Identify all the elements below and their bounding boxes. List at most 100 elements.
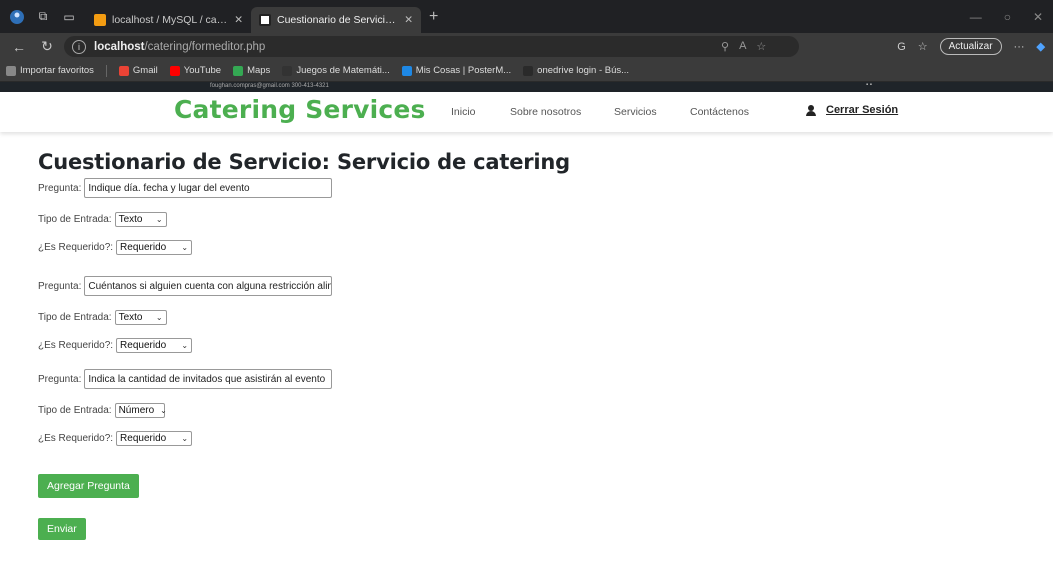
site-info-icon[interactable]: i xyxy=(72,39,86,54)
question-input[interactable]: Cuéntanos si alguien cuenta con alguna r… xyxy=(84,276,333,296)
user-icon xyxy=(806,104,816,116)
logout-label: Cerrar Sesión xyxy=(826,104,899,116)
nav-servicios[interactable]: Servicios xyxy=(614,106,657,118)
nav-sobre-nosotros[interactable]: Sobre nosotros xyxy=(510,106,581,118)
required-value: Requerido xyxy=(120,340,167,351)
input-type-row: Tipo de Entrada: Texto ⌄ xyxy=(38,310,167,325)
question-row: Pregunta: Indica la cantidad de invitados… xyxy=(38,369,333,389)
bookmark-label: YouTube xyxy=(183,65,222,76)
browser-titlebar: ⧉ ▭ localhost / MySQL / cateringdb / ✕ C… xyxy=(0,0,1053,33)
site-topbar: foughan.compras@gmail.com 300-413-4321 ▪… xyxy=(0,82,1053,92)
input-type-row: Tipo de Entrada: Texto ⌄ xyxy=(38,212,167,227)
bookmark-icon xyxy=(169,65,180,76)
tab-cuestionario[interactable]: Cuestionario de Servicio: Servicio ✕ xyxy=(251,7,421,33)
chevron-down-icon: ⌄ xyxy=(160,406,167,415)
contact-info: foughan.compras@gmail.com 300-413-4321 xyxy=(210,83,329,89)
tab-title: Cuestionario de Servicio: Servicio xyxy=(277,14,398,26)
bookmark-label: Gmail xyxy=(132,65,158,76)
required-value: Requerido xyxy=(120,433,167,444)
required-row: ¿Es Requerido?: Requerido ⌄ xyxy=(38,240,193,255)
minimize-icon[interactable]: — xyxy=(970,10,982,24)
required-row: ¿Es Requerido?: Requerido ⌄ xyxy=(38,431,193,446)
required-label: ¿Es Requerido?: xyxy=(38,340,114,351)
input-type-select[interactable]: Texto ⌄ xyxy=(114,212,167,227)
address-toolbar: ← ↻ i localhost/catering/formeditor.php … xyxy=(0,33,1053,60)
url-host: localhost xyxy=(94,40,145,53)
bookmark-item[interactable]: onedrive login - Bús... xyxy=(523,65,629,76)
bookmark-label: Mis Cosas | PosterM... xyxy=(415,65,512,76)
required-select[interactable]: Requerido ⌄ xyxy=(116,240,193,255)
submit-button[interactable]: Enviar xyxy=(38,518,86,540)
page-favicon-icon xyxy=(259,14,271,26)
logout-link[interactable]: Cerrar Sesión xyxy=(806,104,898,116)
bookmark-item[interactable]: YouTube xyxy=(169,65,222,76)
tab-phpmyadmin[interactable]: localhost / MySQL / cateringdb / ✕ xyxy=(86,7,251,33)
bookmark-icon xyxy=(282,65,293,76)
add-question-button[interactable]: Agregar Pregunta xyxy=(38,474,139,498)
input-type-select[interactable]: Texto ⌄ xyxy=(114,310,167,325)
question-label: Pregunta: xyxy=(38,182,82,194)
required-label: ¿Es Requerido?: xyxy=(38,433,114,444)
bookmark-icon xyxy=(233,65,244,76)
question-input[interactable]: Indica la cantidad de invitados que asis… xyxy=(84,369,333,389)
close-icon[interactable]: ✕ xyxy=(234,14,243,26)
copilot-icon[interactable]: ◆ xyxy=(1037,40,1045,53)
bookmark-item[interactable]: Gmail xyxy=(118,65,158,76)
reload-icon[interactable]: ↻ xyxy=(36,38,58,55)
extension-icon[interactable]: G xyxy=(897,41,906,53)
new-tab-icon[interactable]: + xyxy=(429,8,438,26)
question-label: Pregunta: xyxy=(38,280,82,292)
input-type-label: Tipo de Entrada: xyxy=(38,405,112,416)
input-type-value: Texto xyxy=(118,214,143,225)
page-title: Cuestionario de Servicio: Servicio de ca… xyxy=(38,150,570,174)
bookmark-label: onedrive login - Bús... xyxy=(537,65,630,76)
bookmark-item[interactable]: Maps xyxy=(233,65,270,76)
bookmark-icon xyxy=(401,65,412,76)
required-select[interactable]: Requerido ⌄ xyxy=(116,338,193,353)
profile-icon[interactable] xyxy=(8,8,26,26)
favorite-star-icon[interactable]: ☆ xyxy=(756,40,766,53)
required-label: ¿Es Requerido?: xyxy=(38,242,114,253)
bookmark-label: Importar favoritos xyxy=(20,65,94,76)
bookmark-item[interactable]: Importar favoritos xyxy=(6,65,94,76)
url-path: /catering/formeditor.php xyxy=(144,40,266,53)
chevron-down-icon: ⌄ xyxy=(181,341,189,350)
url-field[interactable]: i localhost/catering/formeditor.php xyxy=(64,36,799,57)
required-value: Requerido xyxy=(120,242,167,253)
close-icon[interactable]: ✕ xyxy=(404,14,413,26)
required-row: ¿Es Requerido?: Requerido ⌄ xyxy=(38,338,193,353)
bookmark-icon xyxy=(6,65,16,76)
site-navbar: Catering Services Inicio Sobre nosotros … xyxy=(0,92,1053,132)
phpmyadmin-icon xyxy=(94,14,106,26)
brand-logo[interactable]: Catering Services xyxy=(174,95,426,124)
bookmark-icon xyxy=(118,65,129,76)
read-aloud-icon[interactable]: A xyxy=(739,40,746,53)
chevron-down-icon: ⌄ xyxy=(181,243,189,252)
window-close-icon[interactable]: ✕ xyxy=(1033,10,1043,24)
input-type-label: Tipo de Entrada: xyxy=(38,312,112,323)
back-icon[interactable]: ← xyxy=(8,39,30,55)
window-controls: — ○ ✕ xyxy=(970,0,1053,33)
workspaces-icon[interactable]: ⧉ xyxy=(34,8,52,26)
bookmarks-bar: Importar favoritos Gmail YouTube Maps Juegos… xyxy=(0,60,1053,82)
maximize-icon[interactable]: ○ xyxy=(1004,10,1011,24)
url-actions: ⚲ A ☆ xyxy=(721,40,766,53)
bookmark-item[interactable]: Mis Cosas | PosterM... xyxy=(401,65,512,76)
input-type-value: Número xyxy=(118,405,155,416)
bookmark-label: Maps xyxy=(247,65,271,76)
bookmark-item[interactable]: Juegos de Matemáti... xyxy=(282,65,390,76)
input-type-row: Tipo de Entrada: Número ⌄ xyxy=(38,403,167,418)
nav-inicio[interactable]: Inicio xyxy=(451,106,476,118)
question-row: Pregunta: Indique día. fecha y lugar del … xyxy=(38,178,333,198)
tab-actions-icon[interactable]: ▭ xyxy=(60,8,78,26)
zoom-icon[interactable]: ⚲ xyxy=(721,40,729,53)
chevron-down-icon: ⌄ xyxy=(181,434,189,443)
question-input[interactable]: Indique día. fecha y lugar del evento xyxy=(84,178,333,198)
chevron-down-icon: ⌄ xyxy=(155,313,163,322)
required-select[interactable]: Requerido ⌄ xyxy=(116,431,193,446)
more-menu-icon[interactable]: ··· xyxy=(1014,41,1025,53)
nav-contactenos[interactable]: Contáctenos xyxy=(690,106,749,118)
favorites-icon[interactable]: ☆ xyxy=(918,40,928,53)
update-button[interactable]: Actualizar xyxy=(939,38,1002,55)
input-type-select[interactable]: Número ⌄ xyxy=(114,403,167,418)
